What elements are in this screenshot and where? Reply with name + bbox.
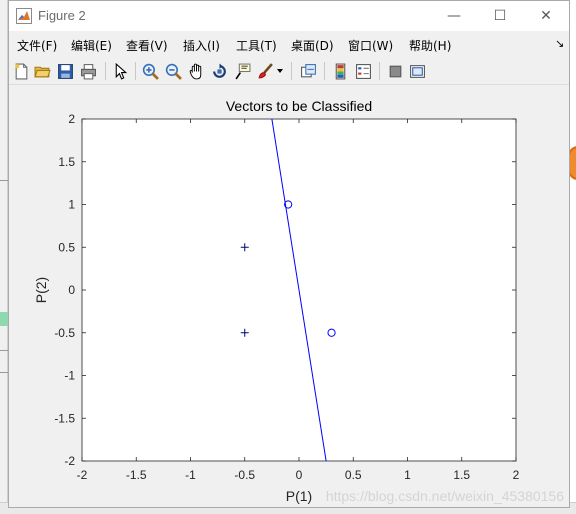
x-tick-label: -1.5 [126, 468, 147, 482]
menu-dock-arrow-icon[interactable]: ↘ [555, 37, 564, 50]
figure-toolbar [9, 57, 569, 85]
window-title: Figure 2 [38, 8, 86, 23]
insert-colorbar-icon[interactable] [330, 61, 350, 81]
y-tick-label: -2 [64, 454, 75, 468]
link-plot-icon[interactable] [298, 61, 318, 81]
data-cursor-icon[interactable] [232, 61, 252, 81]
y-tick-label: 0.5 [58, 240, 75, 254]
y-tick-label: -1.5 [54, 411, 75, 425]
figure-window: Figure 2 — ☐ ✕ 文件(F) 编辑(E) 查看(V) 插入(I) 工… [8, 0, 570, 508]
brush-icon[interactable] [255, 61, 275, 81]
x-tick-label: 0 [296, 468, 303, 482]
y-tick-label: 2 [68, 112, 75, 126]
show-plot-tools-icon[interactable] [407, 61, 427, 81]
y-axis-label: P(2) [33, 277, 49, 303]
title-bar[interactable]: Figure 2 — ☐ ✕ [9, 1, 569, 31]
figure-canvas[interactable]: Vectors to be Classified -2 -1.5 -1 -0.5 0 0.… [9, 86, 569, 507]
zoom-in-icon[interactable] [140, 61, 160, 81]
menu-view[interactable]: 查看(V) [126, 37, 168, 54]
matlab-logo-icon [16, 8, 32, 24]
insert-legend-icon[interactable] [353, 61, 373, 81]
pan-hand-icon[interactable] [186, 61, 206, 81]
y-tick-label: 0 [68, 283, 75, 297]
menu-help[interactable]: 帮助(H) [409, 37, 451, 54]
y-tick-label: 1.5 [58, 155, 75, 169]
x-tick-label: 2 [513, 468, 520, 482]
hide-plot-tools-icon[interactable] [385, 61, 405, 81]
new-figure-icon[interactable] [11, 61, 31, 81]
menu-desktop[interactable]: 桌面(D) [291, 37, 334, 54]
menu-tools[interactable]: 工具(T) [236, 37, 277, 54]
x-axis-label: P(1) [286, 488, 312, 504]
close-button[interactable]: ✕ [523, 1, 569, 31]
x-tick-label: 1.5 [453, 468, 470, 482]
chart-title: Vectors to be Classified [226, 98, 372, 114]
open-file-icon[interactable] [32, 61, 52, 81]
rotate-3d-icon[interactable] [209, 61, 229, 81]
x-tick-label: 0.5 [345, 468, 362, 482]
background-window-edge [0, 0, 8, 514]
x-tick-label: -0.5 [234, 468, 255, 482]
watermark-text: https://blog.csdn.net/weixin_45380156 [326, 488, 564, 504]
menu-edit[interactable]: 编辑(E) [71, 37, 112, 54]
save-icon[interactable] [55, 61, 75, 81]
y-tick-label: 1 [68, 198, 75, 212]
menu-insert[interactable]: 插入(I) [183, 37, 220, 54]
minimize-button[interactable]: — [431, 1, 477, 31]
y-tick-label: -0.5 [54, 326, 75, 340]
menu-file[interactable]: 文件(F) [17, 37, 57, 54]
y-tick-label: -1 [64, 369, 75, 383]
menu-window[interactable]: 窗口(W) [348, 37, 393, 54]
select-arrow-icon[interactable] [110, 61, 130, 81]
chart-svg[interactable]: Vectors to be Classified -2 -1.5 -1 -0.5 0 0.… [9, 86, 569, 507]
x-tick-label: -1 [185, 468, 196, 482]
dropdown-arrow-icon[interactable] [275, 61, 285, 81]
menu-bar: 文件(F) 编辑(E) 查看(V) 插入(I) 工具(T) 桌面(D) 窗口(W… [9, 31, 569, 57]
x-tick-label: 1 [404, 468, 411, 482]
zoom-out-icon[interactable] [163, 61, 183, 81]
x-tick-label: -2 [77, 468, 88, 482]
maximize-button[interactable]: ☐ [477, 1, 523, 31]
print-icon[interactable] [78, 61, 98, 81]
